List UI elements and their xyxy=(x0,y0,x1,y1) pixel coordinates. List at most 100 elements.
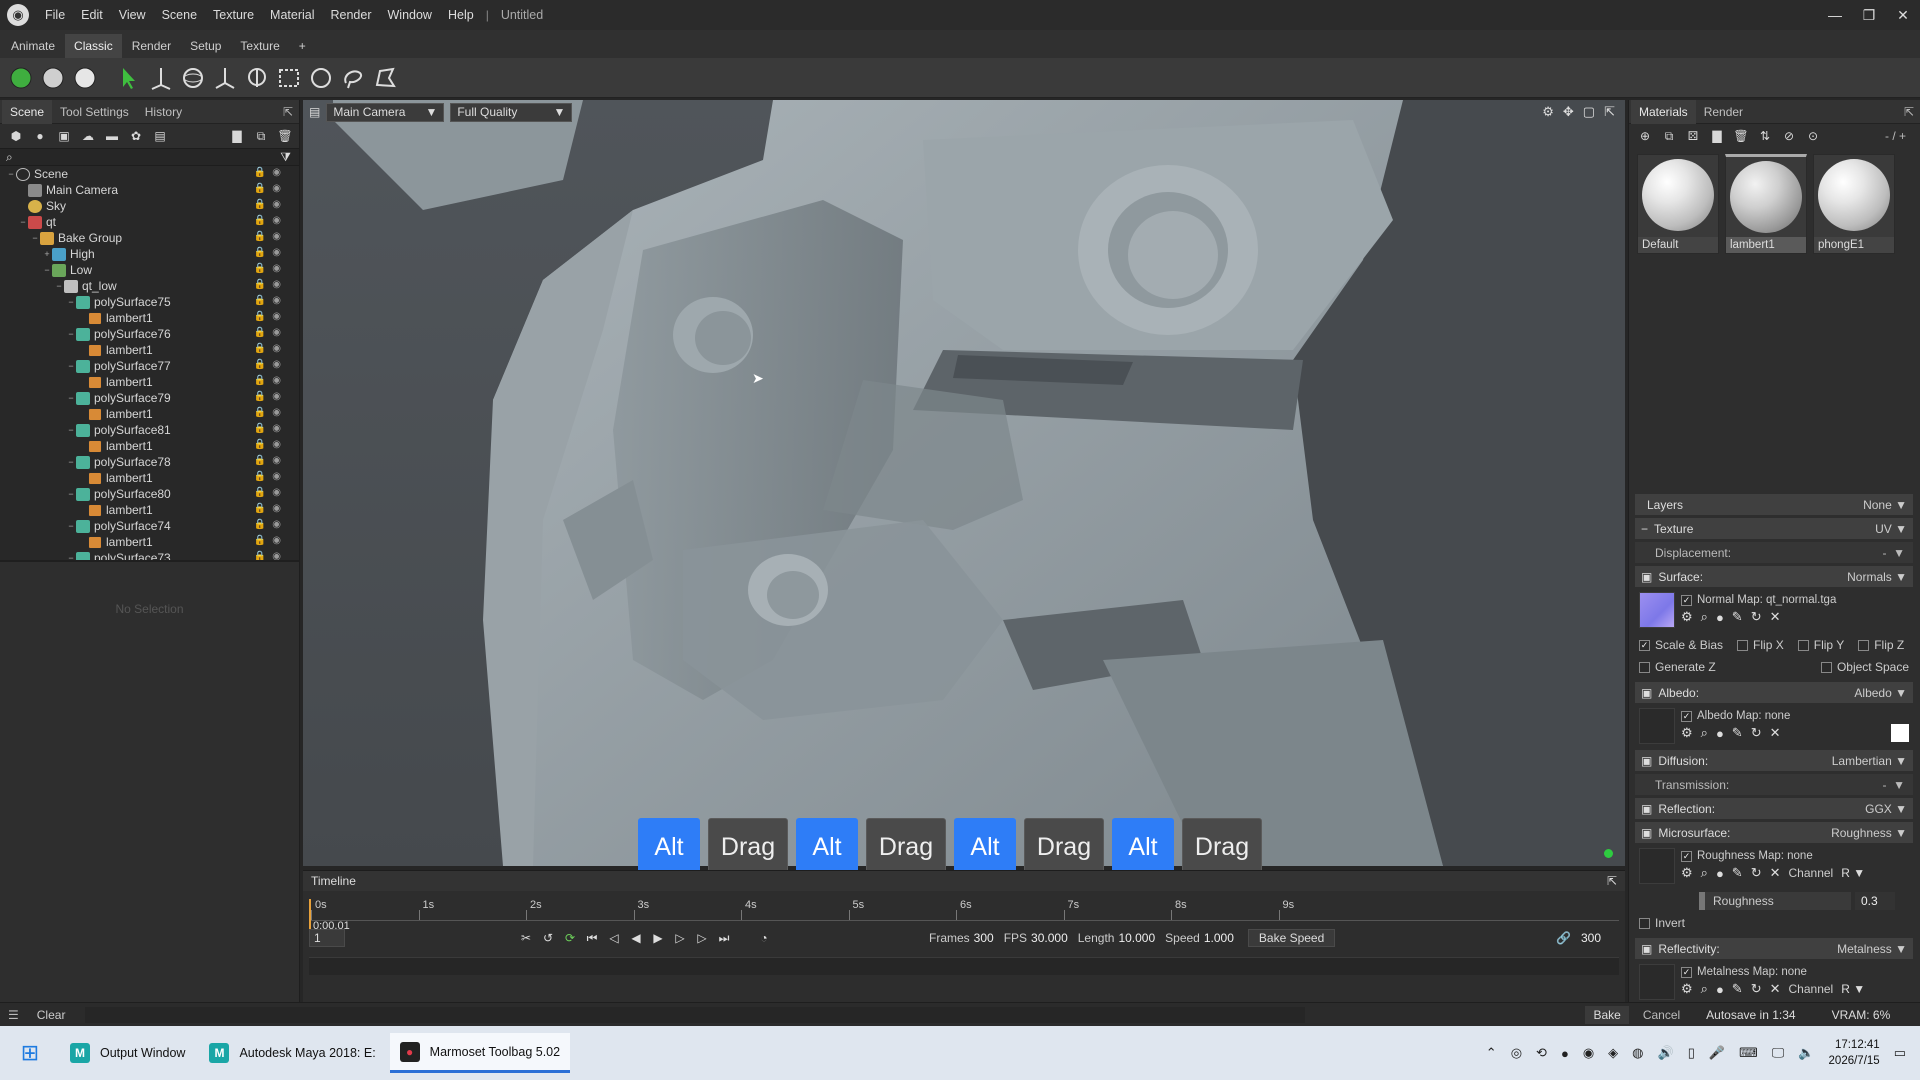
expand-toggle-icon[interactable]: − xyxy=(66,553,76,560)
texture-value[interactable]: UV ▼ xyxy=(1875,522,1913,536)
speed-gauge-icon[interactable]: ◔ xyxy=(753,928,775,948)
tree-node[interactable]: − polySurface74 🔒 ◉ xyxy=(0,518,299,534)
lock-icon[interactable]: 🔒 xyxy=(254,455,266,466)
flip-x-checkbox[interactable] xyxy=(1737,639,1749,651)
visibility-icon[interactable]: ◉ xyxy=(272,343,281,354)
invert-checkbox[interactable] xyxy=(1639,917,1650,929)
expand-toggle-icon[interactable]: − xyxy=(66,393,76,403)
tree-node[interactable]: lambert1 🔒 ◉ xyxy=(0,438,299,454)
tab-materials[interactable]: Materials xyxy=(1631,99,1696,124)
visibility-icon[interactable]: ◉ xyxy=(272,327,281,338)
diffusion-value[interactable]: Lambertian ▼ xyxy=(1832,754,1913,768)
tree-node[interactable]: − polySurface78 🔒 ◉ xyxy=(0,454,299,470)
github-icon[interactable]: ◉ xyxy=(1583,1045,1594,1061)
material-lambert1[interactable]: lambert1 xyxy=(1725,154,1807,254)
panel-popout-icon[interactable]: ⇱ xyxy=(1607,874,1617,888)
lock-icon[interactable]: 🔒 xyxy=(254,471,266,482)
visibility-icon[interactable]: ◉ xyxy=(272,311,281,322)
lock-icon[interactable]: 🔒 xyxy=(254,487,266,498)
chevron-up-icon[interactable]: ⌃ xyxy=(1486,1045,1497,1061)
rect-select-icon[interactable] xyxy=(274,63,304,93)
material-grid-icon[interactable]: ⚄ xyxy=(1683,127,1703,145)
toggle-icon[interactable]: ▣ xyxy=(1641,826,1652,840)
next-key-icon[interactable]: ▷ xyxy=(691,928,713,948)
lock-icon[interactable]: 🔒 xyxy=(254,295,266,306)
delete-icon[interactable]: 🗑 xyxy=(275,127,295,145)
search-icon[interactable]: ⌕ xyxy=(1701,981,1708,997)
skip-start-icon[interactable]: ⏮ xyxy=(581,928,603,948)
tree-node[interactable]: − polySurface75 🔒 ◉ xyxy=(0,294,299,310)
pencil-icon[interactable]: ✎ xyxy=(1732,981,1743,997)
transform-icon[interactable] xyxy=(242,63,272,93)
undo-key-icon[interactable]: ↺ xyxy=(537,928,559,948)
displacement-value[interactable]: - ▼ xyxy=(1882,546,1913,560)
lock-icon[interactable]: 🔒 xyxy=(254,439,266,450)
add-turntable-icon[interactable]: ▤ xyxy=(150,127,170,145)
search-icon[interactable]: ⌕ xyxy=(1701,609,1708,625)
tree-node[interactable]: − Low 🔒 ◉ xyxy=(0,262,299,278)
rotate-icon[interactable] xyxy=(178,63,208,93)
add-camera-icon[interactable]: ▣ xyxy=(54,127,74,145)
tree-node[interactable]: lambert1 🔒 ◉ xyxy=(0,310,299,326)
visibility-icon[interactable]: ◉ xyxy=(272,263,281,274)
visibility-icon[interactable]: ◉ xyxy=(272,439,281,450)
lock-icon[interactable]: 🔒 xyxy=(254,183,266,194)
tab-animate[interactable]: Animate xyxy=(2,34,64,58)
export-icon[interactable]: ⊙ xyxy=(1803,127,1823,145)
tab-history[interactable]: History xyxy=(137,100,190,124)
menu-material[interactable]: Material xyxy=(262,8,322,22)
scissors-icon[interactable]: ✂ xyxy=(515,928,537,948)
visibility-icon[interactable]: ◉ xyxy=(272,391,281,402)
tree-node[interactable]: lambert1 🔒 ◉ xyxy=(0,470,299,486)
speaker-icon[interactable]: 🔈 xyxy=(1798,1045,1814,1061)
toggle-icon[interactable]: ▣ xyxy=(1641,802,1652,816)
expand-toggle-icon[interactable]: − xyxy=(66,489,76,499)
material-phonge1[interactable]: phongE1 xyxy=(1813,154,1895,254)
fps-value[interactable]: 30.000 xyxy=(1031,931,1068,945)
panel-popout-icon[interactable]: ⇱ xyxy=(283,105,299,119)
loop-icon[interactable]: ⟳ xyxy=(559,928,581,948)
assign-icon[interactable]: ⇅ xyxy=(1755,127,1775,145)
frame-icon[interactable]: ▢ xyxy=(1583,104,1595,120)
lock-icon[interactable]: 🔒 xyxy=(254,231,266,242)
lock-icon[interactable]: 🔒 xyxy=(254,279,266,290)
battery-icon[interactable]: ▯ xyxy=(1688,1045,1695,1061)
tree-node[interactable]: − qt_low 🔒 ◉ xyxy=(0,278,299,294)
visibility-icon[interactable]: ◉ xyxy=(272,551,281,560)
expand-toggle-icon[interactable]: − xyxy=(66,521,76,531)
tab-render-settings[interactable]: Render xyxy=(1696,100,1751,124)
network-icon[interactable]: 🖵 xyxy=(1772,1045,1785,1061)
fullscreen-icon[interactable]: ⇱ xyxy=(1604,104,1615,120)
reflection-value[interactable]: GGX ▼ xyxy=(1865,802,1913,816)
tab-render[interactable]: Render xyxy=(123,34,180,58)
menu-help[interactable]: Help xyxy=(440,8,482,22)
expand-toggle-icon[interactable]: − xyxy=(66,361,76,371)
reflectivity-value[interactable]: Metalness ▼ xyxy=(1837,942,1913,956)
tree-node[interactable]: Sky 🔒 ◉ xyxy=(0,198,299,214)
surface-section[interactable]: ▣ Surface: Normals ▼ xyxy=(1635,566,1913,587)
volume-icon[interactable]: 🔊 xyxy=(1658,1045,1674,1061)
game-tray-icon[interactable]: ◈ xyxy=(1608,1045,1618,1061)
flip-y-checkbox[interactable] xyxy=(1797,639,1809,651)
microsurface-section[interactable]: ▣ Microsurface: Roughness ▼ xyxy=(1635,822,1913,843)
generate-z-checkbox[interactable] xyxy=(1639,661,1650,673)
lock-icon[interactable]: 🔒 xyxy=(254,423,266,434)
microsurface-value[interactable]: Roughness ▼ xyxy=(1831,826,1913,840)
duplicate-icon[interactable]: ⧉ xyxy=(251,127,271,145)
toggle-icon[interactable]: ▣ xyxy=(1641,686,1652,700)
albedo-map-thumbnail[interactable] xyxy=(1639,708,1675,744)
lock-icon[interactable]: 🔒 xyxy=(254,407,266,418)
move-view-icon[interactable]: ✥ xyxy=(1563,104,1574,120)
clock[interactable]: 17:12:41 2026/7/15 xyxy=(1829,1037,1880,1069)
search-icon[interactable]: ⌕ xyxy=(1701,725,1708,741)
taskbar-app-marmoset[interactable]: ● Marmoset Toolbag 5.02 xyxy=(389,1033,571,1073)
visibility-icon[interactable]: ◉ xyxy=(272,535,281,546)
add-shadow-catcher-icon[interactable]: ▬ xyxy=(102,127,122,145)
quality-select[interactable]: Full Quality ▼ xyxy=(450,102,573,122)
tree-node[interactable]: lambert1 🔒 ◉ xyxy=(0,342,299,358)
tree-node[interactable]: lambert1 🔒 ◉ xyxy=(0,406,299,422)
lasso-select-icon[interactable] xyxy=(338,63,368,93)
bake-speed-button[interactable]: Bake Speed xyxy=(1247,929,1336,947)
frames-value[interactable]: 300 xyxy=(974,931,994,945)
tree-node[interactable]: − polySurface77 🔒 ◉ xyxy=(0,358,299,374)
